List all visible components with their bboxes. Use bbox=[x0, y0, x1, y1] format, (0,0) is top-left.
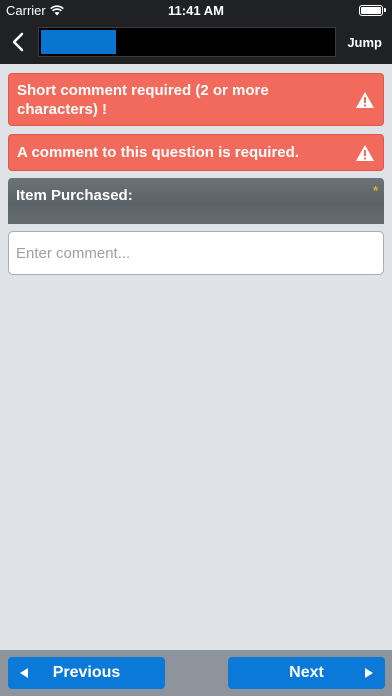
bottom-bar: Previous Next bbox=[0, 650, 392, 696]
nav-bar: Jump bbox=[0, 20, 392, 64]
previous-button[interactable]: Previous bbox=[8, 657, 165, 689]
arrow-right-icon bbox=[365, 668, 373, 678]
warning-icon bbox=[356, 144, 374, 161]
alert-text: A comment to this question is required. bbox=[17, 144, 299, 161]
status-left: Carrier bbox=[6, 3, 64, 18]
alert-text: Short comment required (2 or more charac… bbox=[17, 81, 269, 118]
alert-short-comment: Short comment required (2 or more charac… bbox=[8, 73, 384, 126]
back-button[interactable] bbox=[0, 20, 36, 64]
wifi-icon bbox=[49, 4, 64, 15]
arrow-left-icon bbox=[20, 668, 28, 678]
next-label: Next bbox=[289, 664, 324, 681]
previous-label: Previous bbox=[52, 664, 121, 681]
carrier-label: Carrier bbox=[6, 2, 46, 18]
chevron-left-icon bbox=[12, 32, 24, 52]
next-button[interactable]: Next bbox=[228, 657, 385, 689]
status-bar: Carrier 11:41 AM bbox=[0, 0, 392, 20]
warning-icon bbox=[356, 91, 374, 108]
battery-icon bbox=[359, 4, 386, 16]
comment-input[interactable] bbox=[8, 231, 384, 275]
alert-comment-required: A comment to this question is required. bbox=[8, 134, 384, 171]
question-header: Item Purchased: * bbox=[8, 178, 384, 224]
jump-button[interactable]: Jump bbox=[347, 20, 382, 64]
title-redacted-block bbox=[41, 30, 116, 54]
required-marker: * bbox=[372, 183, 378, 198]
question-label: Item Purchased: bbox=[16, 187, 133, 204]
title-box bbox=[38, 27, 336, 57]
